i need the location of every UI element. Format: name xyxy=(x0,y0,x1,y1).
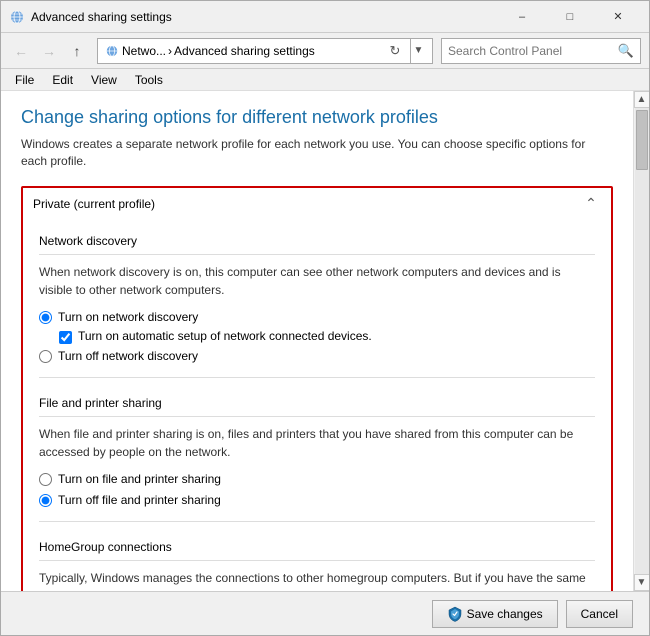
radio-sharing-off[interactable] xyxy=(39,494,52,507)
file-printer-section: File and printer sharing When file and p… xyxy=(39,390,595,509)
radio-option-discovery-on: Turn on network discovery xyxy=(39,309,595,326)
save-label: Save changes xyxy=(467,607,543,621)
window-title: Advanced sharing settings xyxy=(31,10,499,24)
breadcrumb-current: Advanced sharing settings xyxy=(174,44,315,58)
save-changes-button[interactable]: Save changes xyxy=(432,600,558,628)
search-button[interactable]: 🔍 xyxy=(618,43,634,59)
checkbox-auto-setup-label[interactable]: Turn on automatic setup of network conne… xyxy=(78,329,372,343)
navigation-bar: ← → ↑ Netwo... › Advanced sharing settin… xyxy=(1,33,649,69)
main-content: Change sharing options for different net… xyxy=(1,91,633,591)
menu-edit[interactable]: Edit xyxy=(44,71,81,89)
breadcrumb: Netwo... › Advanced sharing settings xyxy=(104,43,380,59)
profile-header[interactable]: Private (current profile) ⌃ xyxy=(23,188,611,220)
up-button[interactable]: ↑ xyxy=(65,39,89,63)
network-icon xyxy=(104,43,120,59)
radio-option-discovery-off: Turn off network discovery xyxy=(39,348,595,365)
file-printer-title: File and printer sharing xyxy=(39,390,595,417)
file-printer-desc: When file and printer sharing is on, fil… xyxy=(39,425,595,461)
radio-discovery-on[interactable] xyxy=(39,311,52,324)
menu-tools[interactable]: Tools xyxy=(127,71,171,89)
profile-content: Network discovery When network discovery… xyxy=(23,220,611,591)
main-window: Advanced sharing settings – □ ✕ ← → ↑ Ne… xyxy=(0,0,650,636)
menu-bar: File Edit View Tools xyxy=(1,69,649,91)
page-subtitle: Windows creates a separate network profi… xyxy=(21,136,613,170)
network-discovery-desc: When network discovery is on, this compu… xyxy=(39,263,595,299)
network-discovery-title: Network discovery xyxy=(39,228,595,255)
menu-view[interactable]: View xyxy=(83,71,125,89)
close-button[interactable]: ✕ xyxy=(595,1,641,33)
collapse-button[interactable]: ⌃ xyxy=(581,194,601,214)
cancel-button[interactable]: Cancel xyxy=(566,600,633,628)
search-input[interactable] xyxy=(448,44,614,58)
scroll-down-arrow[interactable]: ▼ xyxy=(634,574,650,591)
title-bar: Advanced sharing settings – □ ✕ xyxy=(1,1,649,33)
back-button[interactable]: ← xyxy=(9,39,33,63)
radio-sharing-off-label[interactable]: Turn off file and printer sharing xyxy=(58,492,221,509)
radio-discovery-on-label[interactable]: Turn on network discovery xyxy=(58,309,198,326)
address-dropdown-button[interactable]: ▼ xyxy=(410,38,426,64)
scroll-up-arrow[interactable]: ▲ xyxy=(634,91,650,108)
radio-option-sharing-off: Turn off file and printer sharing xyxy=(39,492,595,509)
menu-file[interactable]: File xyxy=(7,71,42,89)
divider-1 xyxy=(39,377,595,378)
radio-discovery-off-label[interactable]: Turn off network discovery xyxy=(58,348,198,365)
minimize-button[interactable]: – xyxy=(499,1,545,33)
profile-section: Private (current profile) ⌃ Network disc… xyxy=(21,186,613,591)
footer: Save changes Cancel xyxy=(1,591,649,635)
breadcrumb-network: Netwo... xyxy=(122,44,166,58)
search-box: 🔍 xyxy=(441,38,641,64)
window-icon xyxy=(9,9,25,25)
homegroup-desc: Typically, Windows manages the connectio… xyxy=(39,569,595,591)
radio-sharing-on[interactable] xyxy=(39,473,52,486)
scroll-thumb[interactable] xyxy=(636,110,648,170)
scroll-track[interactable] xyxy=(635,108,649,574)
shield-icon xyxy=(447,606,463,622)
refresh-button[interactable]: ↻ xyxy=(384,40,406,62)
scrollbar: ▲ ▼ xyxy=(633,91,649,591)
page-title: Change sharing options for different net… xyxy=(21,107,613,128)
window-controls: – □ ✕ xyxy=(499,1,641,33)
breadcrumb-separator: › xyxy=(168,44,172,58)
checkbox-auto-setup-input[interactable] xyxy=(59,331,72,344)
homegroup-section: HomeGroup connections Typically, Windows… xyxy=(39,534,595,591)
content-area: Change sharing options for different net… xyxy=(1,91,649,591)
radio-discovery-off[interactable] xyxy=(39,350,52,363)
radio-sharing-on-label[interactable]: Turn on file and printer sharing xyxy=(58,471,221,488)
divider-2 xyxy=(39,521,595,522)
profile-label: Private (current profile) xyxy=(33,197,155,211)
forward-button[interactable]: → xyxy=(37,39,61,63)
radio-option-sharing-on: Turn on file and printer sharing xyxy=(39,471,595,488)
checkbox-auto-setup: Turn on automatic setup of network conne… xyxy=(59,329,595,344)
address-bar: Netwo... › Advanced sharing settings ↻ ▼ xyxy=(97,38,433,64)
maximize-button[interactable]: □ xyxy=(547,1,593,33)
homegroup-title: HomeGroup connections xyxy=(39,534,595,561)
network-discovery-section: Network discovery When network discovery… xyxy=(39,228,595,366)
